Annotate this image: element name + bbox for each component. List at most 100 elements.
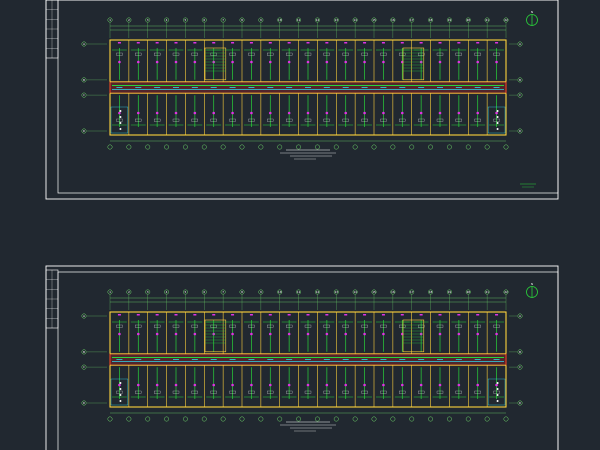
axis-label: 22 [504,290,508,294]
vent-marker [363,42,367,44]
fixture-marker [438,332,442,336]
drawing-sheet-1: 1 2 3 4 5 6 7 8 9 10 11 12 13 14 15 16 17 18 19 20 21 22A AB BC… [45,0,559,200]
axis-label: 8 [241,290,243,294]
fixture-marker [193,332,197,336]
axis-bubble [277,144,283,150]
fixture-marker [268,383,272,387]
axis-label: 12 [316,18,320,22]
fixture-marker [212,111,216,115]
axis-label: 4 [166,18,168,22]
vent-marker [193,42,197,44]
north-label: N [531,282,533,286]
vent-marker [306,314,310,316]
vent-marker [344,314,348,316]
fixture-marker [495,111,498,115]
fixture-marker [419,111,423,115]
fixture-marker [231,383,234,387]
axis-bubble [409,144,415,150]
axis-bubble [371,416,377,422]
axis-bubble [409,416,415,422]
toilet-fixture [496,116,499,118]
fixture-marker [287,383,291,387]
fixture-marker [363,332,366,336]
axis-label: 18 [429,290,433,294]
axis-label: 6 [203,18,205,22]
vent-marker [174,314,178,316]
fixture-marker [363,383,366,387]
vent-marker [400,42,404,44]
axis-bubble [503,416,509,422]
vent-marker [136,42,140,44]
fixture-marker [457,383,461,387]
axis-bubble [333,144,339,150]
stairwell [204,47,227,81]
fixture-marker [306,111,310,115]
axis-bubble [503,144,509,150]
fixture-marker [344,383,348,387]
row-label: D [83,129,85,133]
row-label: C [83,365,85,369]
fixture-marker [231,111,234,115]
fixture-marker [118,60,121,64]
fixture-marker [231,332,234,336]
axis-bubble [465,416,471,422]
row-label: C [83,93,85,97]
axis-label: 11 [297,18,301,22]
axis-label: 14 [353,290,357,294]
fixture-marker [250,60,253,64]
axis-bubble [446,144,452,150]
north-label: N [531,10,533,14]
axis-label: 5 [185,18,187,22]
vent-marker [438,42,442,44]
fixture-marker [344,111,348,115]
vent-marker [117,314,121,316]
axis-label: 11 [297,290,301,294]
axis-bubble [352,144,358,150]
axis-label: 10 [278,290,282,294]
fixture-marker [118,332,121,336]
row-label: A [519,314,521,318]
vent-marker [268,42,272,44]
axis-bubble [164,416,170,422]
vent-marker [231,314,235,316]
vent-marker [476,314,480,316]
fixture-marker [118,111,121,115]
axis-label: 3 [147,290,149,294]
axis-label: 13 [334,18,338,22]
axis-bubble [352,416,358,422]
axis-label: 2 [128,18,130,22]
toilet-fixture [496,388,499,390]
axis-bubble [107,416,113,422]
axis-bubble [428,144,434,150]
axis-label: 4 [166,290,168,294]
fixture-marker [287,60,291,64]
vent-marker [495,42,499,44]
vent-marker [212,314,216,316]
fixture-marker [268,111,272,115]
axis-bubble [428,416,434,422]
vent-marker [400,314,404,316]
fixture-marker [231,60,234,64]
cad-viewport[interactable]: 1 2 3 4 5 6 7 8 9 10 11 12 13 14 15 16 17 18 19 20 21 22 A A B B C… [0,0,600,450]
vent-marker [193,314,197,316]
vent-marker [174,42,178,44]
vent-marker [268,314,272,316]
fixture-marker [193,383,197,387]
vent-marker [249,42,253,44]
axis-label: 13 [334,290,338,294]
drawing-sheet-2: 1 2 3 4 5 6 7 8 9 10 11 12 13 14 15 16 17 18 19 20 21 22A AB BC… [45,265,559,450]
axis-bubble [371,144,377,150]
row-label: A [83,42,85,46]
axis-label: 9 [260,18,262,22]
axis-bubble [126,416,132,422]
row-label: B [519,350,521,354]
vent-marker [155,314,159,316]
axis-bubble [201,144,207,150]
fixture-marker [250,383,253,387]
toilet-fixture [496,110,499,112]
axis-bubble [182,416,188,422]
axis-bubble [296,144,302,150]
axis-label: 6 [203,290,205,294]
axis-bubble [465,144,471,150]
toilet-fixture [119,388,122,390]
